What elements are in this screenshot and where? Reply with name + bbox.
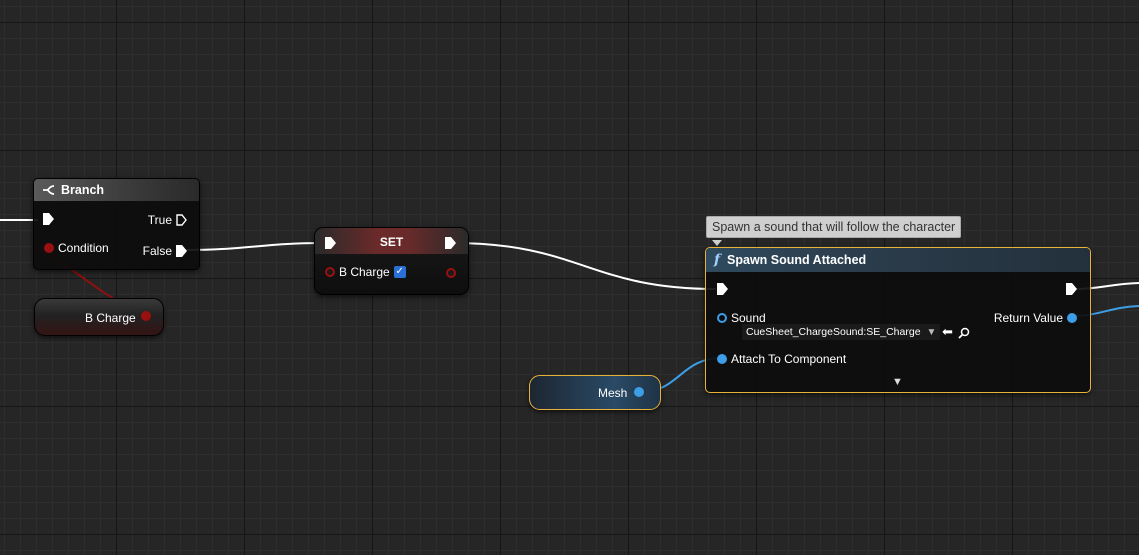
advanced-expand-icon[interactable]: ▼ — [892, 376, 903, 388]
set-exec-in-pin[interactable] — [325, 237, 336, 249]
exec-out-icon — [1066, 283, 1077, 295]
sound-asset-dropdown[interactable]: CueSheet_ChargeSound:SE_Charge ▼ — [742, 324, 940, 340]
object-out-pin-icon[interactable] — [634, 387, 644, 397]
branch-node-header[interactable]: Branch — [34, 179, 199, 201]
exec-in-icon — [43, 213, 54, 225]
spawn-exec-out-pin[interactable] — [1066, 283, 1077, 295]
sound-asset-value: CueSheet_ChargeSound:SE_Charge — [746, 326, 921, 338]
function-tooltip: Spawn a sound that will follow the chara… — [706, 216, 962, 238]
object-out-icon — [1067, 313, 1077, 323]
function-icon: f — [714, 252, 721, 268]
spawn-return-value-pin[interactable]: Return Value — [994, 311, 1077, 325]
return-value-label: Return Value — [993, 311, 1063, 325]
object-in-icon — [717, 354, 727, 364]
bool-out-hollow-icon — [446, 268, 456, 278]
exec-out-icon — [445, 237, 456, 249]
bool-pin-icon — [44, 243, 54, 253]
branch-true-pin[interactable]: True — [148, 213, 187, 227]
spawn-node-header[interactable]: f Spawn Sound Attached — [706, 248, 1090, 272]
bcharge-getter-label: B Charge — [85, 311, 136, 325]
branch-exec-in-pin[interactable] — [43, 213, 54, 225]
bcharge-getter-node[interactable]: B Charge — [34, 298, 164, 336]
exec-in-icon — [717, 283, 728, 295]
browse-asset-search-icon[interactable] — [958, 327, 970, 339]
mesh-getter-label: Mesh — [598, 386, 628, 400]
bool-out-pin-icon[interactable] — [141, 311, 151, 321]
set-bcharge-in-pin[interactable]: B Charge ✓ — [325, 265, 406, 279]
bool-in-hollow-icon — [325, 267, 335, 277]
exec-out-icon — [176, 245, 187, 257]
spawn-sound-label: Sound — [731, 311, 766, 325]
exec-in-icon — [325, 237, 336, 249]
use-selected-asset-icon[interactable]: ⬅ — [942, 324, 953, 340]
bcharge-checkbox[interactable]: ✓ — [393, 266, 406, 278]
chevron-down-icon: ▼ — [926, 326, 937, 338]
exec-wire-branch-set — [182, 242, 326, 251]
exec-wire-set-spawn — [451, 242, 717, 290]
branch-node[interactable]: Branch True Condition False — [33, 178, 200, 270]
branch-title: Branch — [61, 183, 105, 197]
spawn-exec-in-pin[interactable] — [717, 283, 728, 295]
branch-condition-label: Condition — [58, 241, 109, 255]
branch-false-label: False — [142, 244, 172, 258]
branch-true-label: True — [147, 213, 172, 227]
spawn-title: Spawn Sound Attached — [727, 253, 867, 267]
spawn-attach-component-pin[interactable]: Attach To Component — [717, 352, 846, 366]
attach-component-label: Attach To Component — [731, 352, 847, 366]
mesh-getter-node[interactable]: Mesh — [529, 375, 661, 410]
tooltip-arrow — [712, 240, 722, 246]
tooltip-text: Spawn a sound that will follow the chara… — [712, 220, 956, 234]
set-bcharge-out-pin[interactable] — [446, 268, 456, 278]
set-node[interactable]: SET B Charge ✓ — [314, 227, 469, 295]
set-exec-out-pin[interactable] — [445, 237, 456, 249]
set-bcharge-label: B Charge — [339, 265, 390, 279]
spawn-sound-attached-node[interactable]: f Spawn Sound Attached Sound CueSheet_Ch… — [705, 247, 1091, 393]
branch-condition-pin[interactable]: Condition — [44, 241, 109, 255]
object-in-hollow-icon — [717, 313, 727, 323]
branch-false-pin[interactable]: False — [143, 244, 187, 258]
branch-icon — [43, 185, 55, 195]
exec-out-hollow-icon — [176, 214, 187, 226]
spawn-sound-pin[interactable]: Sound — [717, 311, 766, 325]
